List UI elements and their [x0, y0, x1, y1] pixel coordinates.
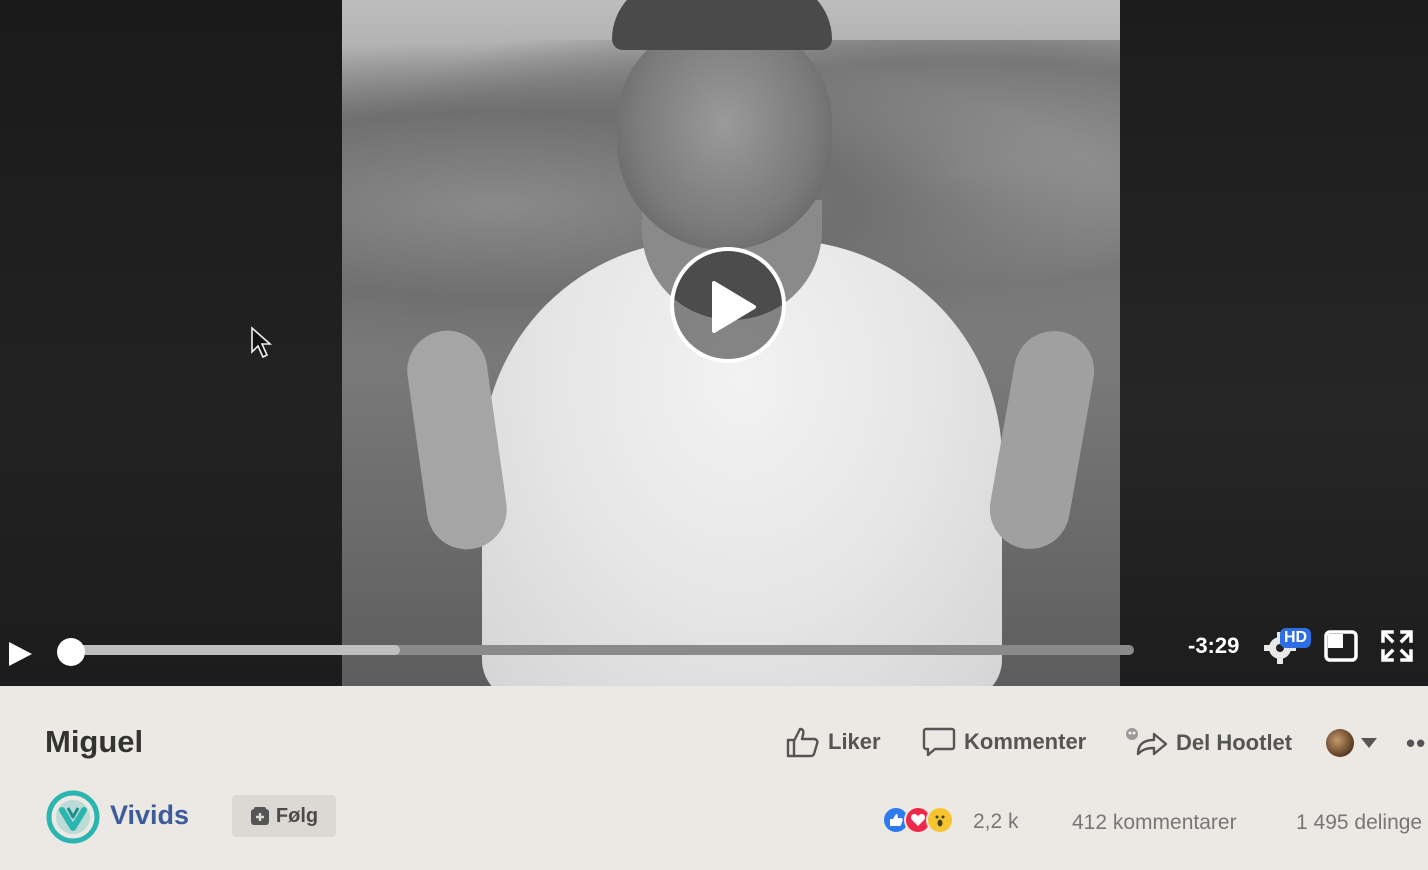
- video-player[interactable]: -3:29 HD: [0, 0, 1428, 686]
- picture-in-picture-icon[interactable]: [1324, 630, 1358, 662]
- fullscreen-icon[interactable]: [1381, 630, 1413, 662]
- like-button[interactable]: Liker: [786, 726, 881, 758]
- letterbox-left: [0, 0, 350, 686]
- play-overlay-button[interactable]: [670, 247, 786, 363]
- user-avatar[interactable]: [1326, 729, 1354, 757]
- like-label: Liker: [828, 729, 881, 754]
- video-title: Miguel: [45, 724, 144, 759]
- progress-buffered: [70, 645, 400, 655]
- thumbs-up-icon: [786, 727, 819, 758]
- comment-bubble-icon: [922, 727, 956, 757]
- more-options-icon[interactable]: ••: [1406, 728, 1426, 759]
- time-remaining: -3:29: [1188, 633, 1240, 658]
- chevron-down-icon[interactable]: [1361, 738, 1377, 748]
- comments-count[interactable]: 412 kommentarer: [1072, 811, 1237, 835]
- comment-label: Kommenter: [964, 729, 1087, 754]
- page-name-link[interactable]: Vivids: [110, 800, 189, 831]
- follow-button[interactable]: Følg: [232, 795, 336, 837]
- comment-button[interactable]: Kommenter: [922, 726, 1086, 758]
- follow-icon: [250, 807, 269, 825]
- shares-count[interactable]: 1 495 delinge: [1296, 811, 1422, 835]
- mouse-pointer-icon: [251, 326, 273, 359]
- play-pause-button[interactable]: [6, 640, 34, 668]
- letterbox-right: [1118, 0, 1428, 686]
- hootlet-share-icon: [1126, 728, 1168, 756]
- post-info-section: [0, 686, 1428, 870]
- share-hootlet-button[interactable]: Del Hootlet: [1124, 726, 1292, 760]
- play-icon: [712, 281, 756, 333]
- share-label: Del Hootlet: [1176, 730, 1293, 755]
- wow-reaction-icon: [926, 806, 954, 834]
- progress-scrubber[interactable]: [57, 638, 85, 666]
- reactions-summary[interactable]: [882, 806, 954, 834]
- hd-badge[interactable]: HD: [1280, 628, 1312, 648]
- follow-label: Følg: [275, 804, 319, 827]
- vivids-logo[interactable]: [46, 790, 100, 844]
- reaction-count[interactable]: 2,2 k: [973, 810, 1019, 834]
